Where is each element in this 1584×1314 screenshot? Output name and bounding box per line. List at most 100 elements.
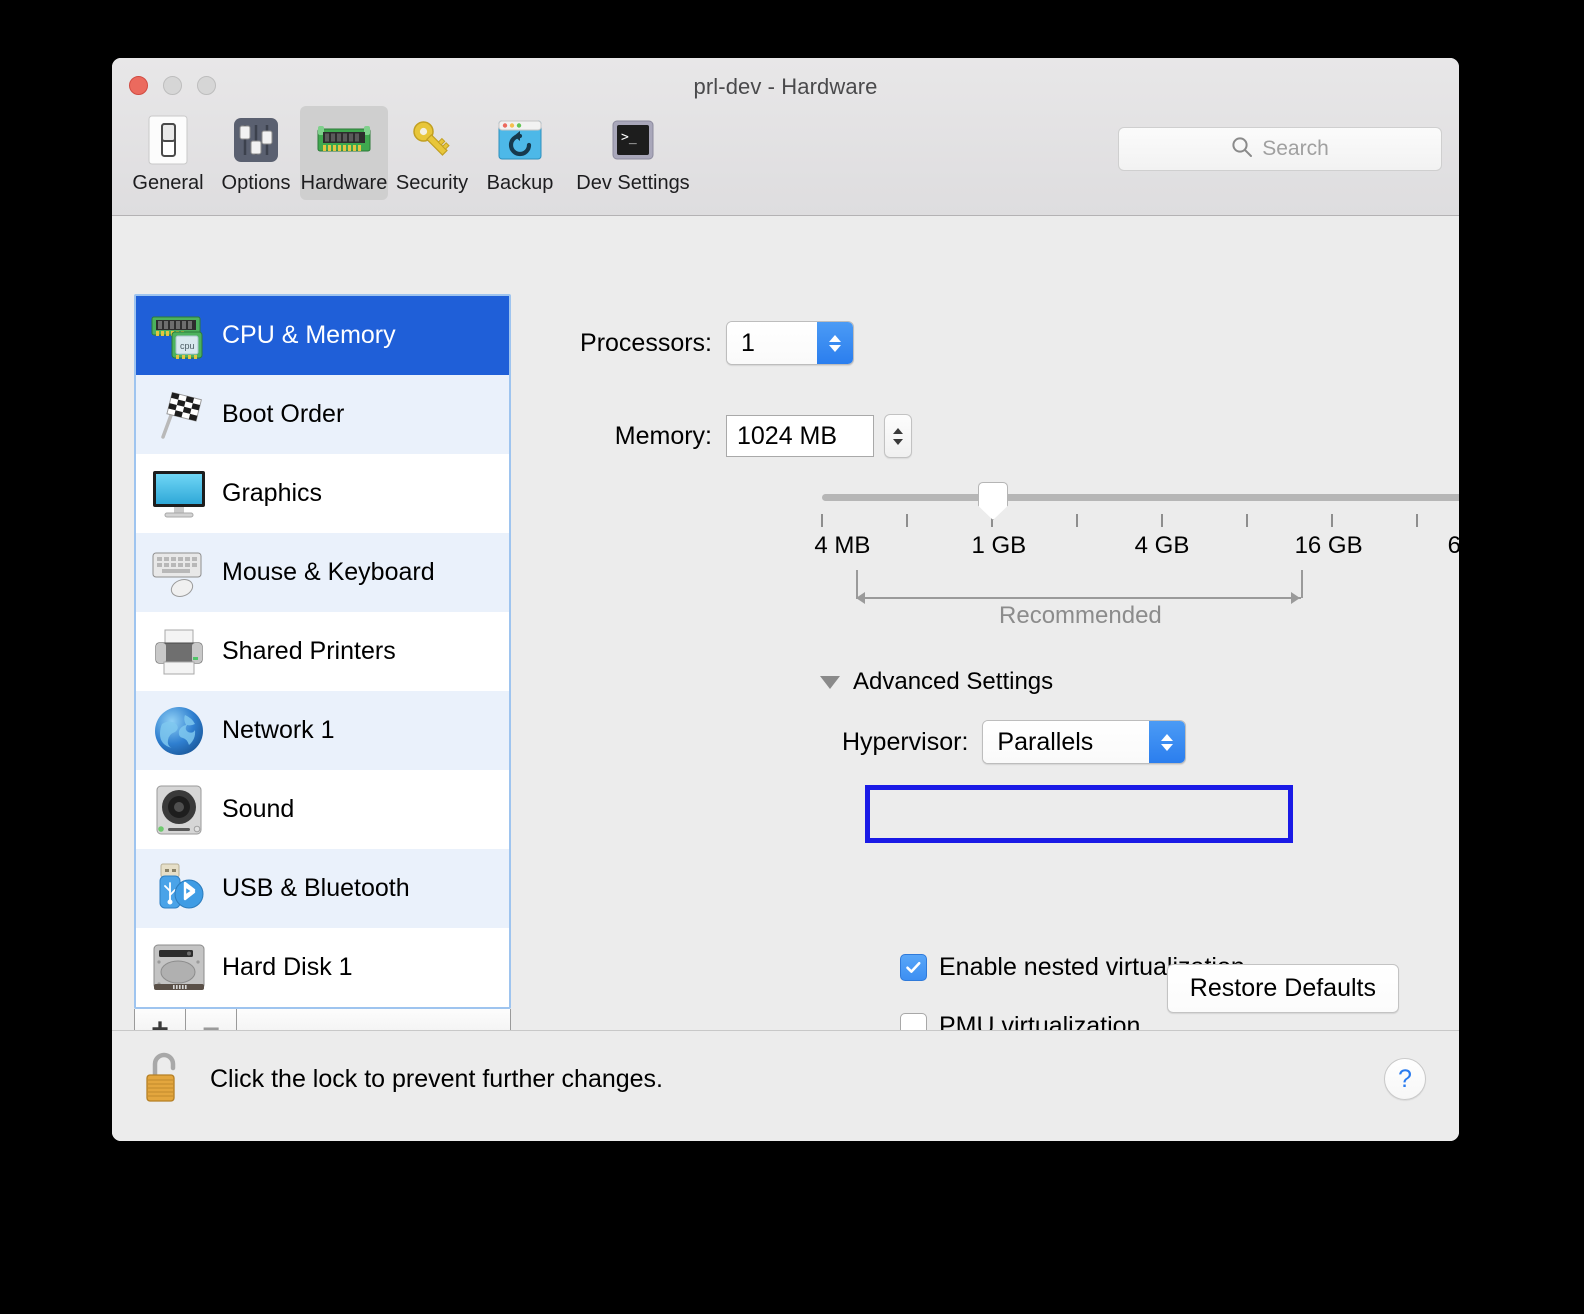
- tab-dev-settings-label: Dev Settings: [576, 172, 690, 194]
- window-title: prl-dev - Hardware: [693, 74, 878, 99]
- slider-tick-label: 4 MB: [814, 532, 871, 559]
- printer-icon: [148, 621, 210, 683]
- settings-body: cpu CPU & Memory Boot Order Graphics Mou…: [112, 216, 1459, 1052]
- tab-hardware-label: Hardware: [300, 172, 388, 194]
- sidebar-item-label: Shared Printers: [222, 637, 396, 665]
- sidebar-item-network-1[interactable]: Network 1: [136, 691, 509, 770]
- sidebar-item-label: USB & Bluetooth: [222, 874, 410, 902]
- window-footer: Click the lock to prevent further change…: [112, 1030, 1459, 1141]
- slider-tick-label: 1 GB: [971, 532, 1027, 559]
- processors-row: Processors: 1: [554, 321, 854, 365]
- stepper-arrows-icon[interactable]: [1149, 721, 1186, 763]
- search-input[interactable]: Search: [1118, 127, 1442, 171]
- hypervisor-row: Hypervisor: Parallels: [842, 720, 1187, 764]
- slider-tick: [1161, 514, 1163, 527]
- triangle-down-icon[interactable]: [820, 675, 840, 689]
- cpu-memory-pane: Processors: 1 Memory: 1024 MB 4 MB 1 GB …: [532, 216, 1459, 1040]
- help-button[interactable]: ?: [1384, 1058, 1426, 1100]
- checkered-flag-icon: [148, 384, 210, 446]
- sliders-icon: [228, 112, 284, 168]
- keyboard-mouse-icon: [148, 542, 210, 604]
- general-switch-icon: [140, 112, 196, 168]
- slider-tick: [821, 514, 823, 527]
- hypervisor-value: Parallels: [983, 721, 1150, 763]
- globe-icon: [148, 700, 210, 762]
- slider-tick-label: 16 GB: [1294, 532, 1363, 559]
- sidebar-item-shared-printers[interactable]: Shared Printers: [136, 612, 509, 691]
- bracket-line: [856, 597, 1302, 599]
- restore-defaults-button[interactable]: Restore Defaults: [1166, 964, 1399, 1013]
- memory-stick-icon: [316, 112, 372, 168]
- memory-label: Memory:: [614, 421, 712, 450]
- hard-disk-icon: [148, 937, 210, 999]
- search-icon: [1231, 136, 1253, 163]
- sidebar-item-hard-disk-1[interactable]: Hard Disk 1: [136, 928, 509, 1007]
- svg-text:cpu: cpu: [180, 341, 195, 351]
- hardware-device-list[interactable]: cpu CPU & Memory Boot Order Graphics Mou…: [134, 294, 511, 1009]
- enable-nested-virtualization-checkbox[interactable]: [900, 954, 927, 981]
- advanced-settings-disclosure[interactable]: Advanced Settings: [820, 668, 1053, 696]
- memory-input[interactable]: 1024 MB: [726, 415, 874, 457]
- advanced-settings-title: Advanced Settings: [853, 668, 1054, 695]
- sidebar-item-boot-order[interactable]: Boot Order: [136, 375, 509, 454]
- sidebar-item-usb-bluetooth[interactable]: USB & Bluetooth: [136, 849, 509, 928]
- hypervisor-label: Hypervisor:: [842, 727, 969, 756]
- checkmark-icon: [906, 961, 921, 973]
- tab-security[interactable]: Security: [388, 106, 476, 200]
- slider-tick: [1331, 514, 1333, 527]
- restore-window-icon: [492, 112, 548, 168]
- bracket-right-tick: [1301, 570, 1304, 598]
- tab-general[interactable]: General: [124, 106, 212, 200]
- sidebar-item-label: Sound: [222, 795, 295, 823]
- sidebar-item-label: Hard Disk 1: [222, 953, 353, 981]
- memory-slider-knob[interactable]: [978, 482, 1008, 520]
- slider-tick: [1076, 514, 1078, 527]
- window-toolbar: prl-dev - Hardware General Options Hardw…: [112, 58, 1459, 216]
- key-icon: [404, 112, 460, 168]
- sidebar-item-label: Boot Order: [222, 400, 345, 428]
- terminal-icon: >_: [605, 112, 661, 168]
- memory-row: Memory: 1024 MB: [554, 414, 912, 458]
- tab-general-label: General: [132, 172, 204, 194]
- tab-backup[interactable]: Backup: [476, 106, 564, 200]
- sidebar-item-mouse-keyboard[interactable]: Mouse & Keyboard: [136, 533, 509, 612]
- recommended-label: Recommended: [999, 602, 1162, 629]
- stepper-up-icon[interactable]: [893, 427, 903, 434]
- processors-stepper[interactable]: 1: [726, 321, 854, 365]
- sidebar-item-label: Mouse & Keyboard: [222, 558, 435, 586]
- hypervisor-select[interactable]: Parallels: [982, 720, 1187, 764]
- memory-slider[interactable]: 4 MB 1 GB 4 GB 16 GB 64 GB Recommended: [814, 478, 1459, 629]
- tab-backup-label: Backup: [486, 172, 554, 194]
- slider-tick: [1246, 514, 1248, 527]
- stepper-down-icon[interactable]: [893, 438, 903, 445]
- slider-tick: [1416, 514, 1418, 527]
- toolbar-tabs: General Options Hardware Security Backup…: [124, 106, 702, 200]
- sidebar-item-label: Network 1: [222, 716, 335, 744]
- tab-security-label: Security: [395, 172, 469, 194]
- settings-window: prl-dev - Hardware General Options Hardw…: [112, 58, 1459, 1141]
- processors-value: 1: [727, 322, 817, 364]
- lock-message: Click the lock to prevent further change…: [210, 1065, 664, 1093]
- unlocked-padlock-icon[interactable]: [142, 1049, 188, 1110]
- memory-slider-track[interactable]: [822, 494, 1459, 501]
- sidebar-item-label: CPU & Memory: [222, 321, 396, 349]
- lock-control[interactable]: Click the lock to prevent further change…: [142, 1049, 663, 1110]
- cpu-memory-icon: cpu: [148, 305, 210, 367]
- speaker-icon: [148, 779, 210, 841]
- sidebar-item-cpu-memory[interactable]: cpu CPU & Memory: [136, 296, 509, 375]
- svg-text:>_: >_: [621, 130, 637, 145]
- tab-options[interactable]: Options: [212, 106, 300, 200]
- sidebar-item-label: Graphics: [222, 479, 323, 507]
- bracket-right-arrow-icon: [1290, 592, 1300, 604]
- memory-stepper[interactable]: [884, 414, 912, 458]
- bracket-left-arrow-icon: [856, 592, 865, 604]
- tab-dev-settings[interactable]: >_ Dev Settings: [564, 106, 702, 200]
- tab-hardware[interactable]: Hardware: [300, 106, 388, 200]
- screen: prl-dev - Hardware General Options Hardw…: [0, 0, 1584, 1314]
- sidebar-item-graphics[interactable]: Graphics: [136, 454, 509, 533]
- search-placeholder: Search: [1262, 137, 1329, 160]
- processors-label: Processors:: [580, 328, 712, 357]
- slider-tick-label: 4 GB: [1134, 532, 1190, 559]
- stepper-arrows-icon[interactable]: [817, 322, 853, 364]
- sidebar-item-sound[interactable]: Sound: [136, 770, 509, 849]
